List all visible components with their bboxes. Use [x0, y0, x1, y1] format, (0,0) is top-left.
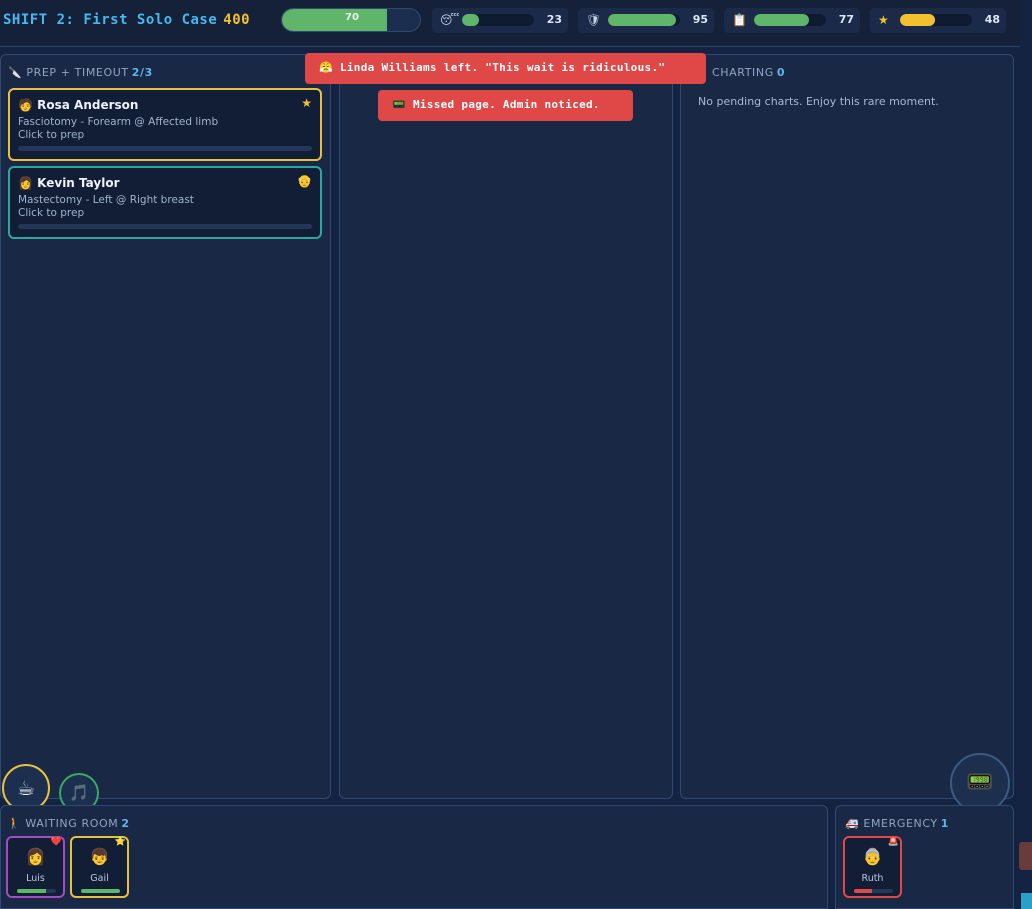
- urgency-bar: [854, 889, 893, 893]
- patience-bar: [81, 889, 120, 893]
- fatigue-stat: 😴 23: [432, 8, 568, 33]
- waiting-room-panel: 🚶 WAITING ROOM 2 ❤️ 👩 Luis ⭐ 👦 Gail: [0, 805, 828, 909]
- safety-value: 95: [692, 13, 708, 26]
- patience-fill: [81, 889, 120, 893]
- prep-progress-bar: [18, 224, 312, 229]
- waiting-room-count: 2: [121, 817, 130, 830]
- star-icon: ★: [301, 96, 312, 110]
- charting-empty-message: No pending charts. Enjoy this rare momen…: [698, 95, 939, 108]
- fatigue-value: 23: [546, 13, 562, 26]
- patient-name: Gail: [90, 873, 109, 884]
- charting-panel-count: 0: [776, 66, 786, 79]
- music-note-icon: 🎵: [69, 783, 89, 802]
- charting-panel: CHARTING 0 No pending charts. Enjoy this …: [680, 54, 1014, 799]
- patient-face-icon: 🧑: [18, 98, 33, 112]
- safety-fill: [608, 14, 677, 26]
- charting-track: [754, 14, 826, 26]
- reputation-value: 48: [984, 13, 1000, 26]
- prep-panel-count: 2/3: [131, 66, 153, 79]
- safety-track: [608, 14, 680, 26]
- waiting-patient-gail[interactable]: ⭐ 👦 Gail: [70, 836, 129, 898]
- walking-person-icon: 🚶: [7, 817, 22, 830]
- patient-face-icon: 👵: [862, 847, 883, 866]
- patient-face-icon: 👩: [18, 176, 33, 190]
- reputation-track: [900, 14, 972, 26]
- patient-name: Ruth: [861, 873, 884, 884]
- patient-name: 🧑 Rosa Anderson: [18, 98, 138, 112]
- offscreen-button-fragment[interactable]: [1019, 842, 1032, 870]
- operating-room-panel: [339, 54, 673, 799]
- pager-button[interactable]: 📟: [950, 753, 1010, 813]
- charting-value: 77: [838, 13, 854, 26]
- emergency-count: 1: [940, 817, 950, 830]
- fatigue-track: [462, 14, 534, 26]
- safety-stat: 🛡 95: [578, 8, 714, 33]
- charting-stat: 📋 77: [724, 8, 860, 33]
- emergency-panel: 🚑 EMERGENCY 1 🚨 👵 Ruth: [835, 805, 1014, 909]
- patient-name: Luis: [26, 873, 45, 884]
- shift-title-text: SHIFT 2: First Solo Case: [3, 12, 218, 28]
- clipboard-icon: 📋: [732, 13, 747, 27]
- waiting-room-title: WAITING ROOM: [25, 817, 119, 830]
- coffee-icon: ☕: [17, 776, 35, 800]
- score: 400: [223, 12, 251, 28]
- charting-fill: [754, 14, 810, 26]
- procedure-text: Mastectomy - Left @ Right breast: [18, 194, 194, 206]
- patience-fill: [17, 889, 47, 893]
- waiting-patient-luis[interactable]: ❤️ 👩 Luis: [6, 836, 65, 898]
- patient-face-icon: 👩: [25, 847, 46, 866]
- patient-face-icon: 👦: [89, 847, 110, 866]
- waiting-room-header: 🚶 WAITING ROOM 2: [7, 817, 130, 830]
- emergency-title: EMERGENCY: [863, 817, 938, 830]
- pager-icon: 📟: [392, 98, 406, 111]
- shift-title: SHIFT 2: First Solo Case 400: [3, 12, 250, 28]
- charting-panel-title: CHARTING: [712, 66, 774, 79]
- toast-patient-left[interactable]: 😤 Linda Williams left. "This wait is rid…: [305, 53, 706, 84]
- patient-name: 👩 Kevin Taylor: [18, 176, 120, 190]
- prep-panel-title: PREP + TIMEOUT: [26, 66, 129, 79]
- urgency-fill: [854, 889, 872, 893]
- pager-icon: 📟: [966, 770, 994, 795]
- prep-action-text: Click to prep: [18, 129, 85, 141]
- sleepy-face-icon: 😴: [440, 13, 460, 27]
- toast-text: Missed page. Admin noticed.: [412, 98, 600, 111]
- reputation-fill: [900, 14, 935, 26]
- angry-face-icon: 😤: [319, 61, 333, 74]
- prep-panel-header: 🔪 PREP + TIMEOUT 2/3: [8, 66, 153, 79]
- charting-panel-header: CHARTING 0: [712, 66, 785, 79]
- reputation-stat: ★ 48: [870, 8, 1006, 33]
- patient-card-kevin[interactable]: 👩 Kevin Taylor Mastectomy - Left @ Right…: [8, 166, 322, 239]
- fatigue-fill: [462, 14, 479, 26]
- star-icon: ★: [878, 13, 889, 27]
- prep-timeout-panel: 🔪 PREP + TIMEOUT 2/3 🧑 Rosa Anderson Fasc…: [0, 54, 331, 799]
- patience-bar: [17, 889, 56, 893]
- heart-icon: ❤️: [50, 837, 62, 847]
- emergency-patient-ruth[interactable]: 🚨 👵 Ruth: [843, 836, 902, 898]
- patient-name-text: Rosa Anderson: [37, 98, 139, 112]
- patient-name-text: Kevin Taylor: [37, 176, 120, 190]
- emergency-header: 🚑 EMERGENCY 1: [845, 817, 949, 830]
- main-meter-value: 70: [345, 12, 359, 23]
- ambulance-icon: 🚑: [845, 817, 860, 830]
- top-bar: SHIFT 2: First Solo Case 400 70 😴 23 🛡 95…: [0, 0, 1020, 47]
- scalpel-icon: 🔪: [8, 66, 23, 79]
- toast-missed-page[interactable]: 📟 Missed page. Admin noticed.: [378, 90, 633, 121]
- procedure-text: Fasciotomy - Forearm @ Affected limb: [18, 116, 219, 128]
- prep-progress-bar: [18, 146, 312, 151]
- elderly-icon: 👴: [297, 174, 312, 188]
- shield-icon: 🛡: [586, 13, 602, 27]
- offscreen-indicator-fragment: [1021, 893, 1032, 909]
- patient-card-rosa[interactable]: 🧑 Rosa Anderson Fasciotomy - Forearm @ A…: [8, 88, 322, 161]
- prep-action-text: Click to prep: [18, 207, 85, 219]
- main-meter: 70: [281, 8, 421, 32]
- star-icon: ⭐: [114, 837, 126, 847]
- siren-icon: 🚨: [887, 837, 899, 847]
- toast-text: Linda Williams left. "This wait is ridic…: [339, 61, 666, 74]
